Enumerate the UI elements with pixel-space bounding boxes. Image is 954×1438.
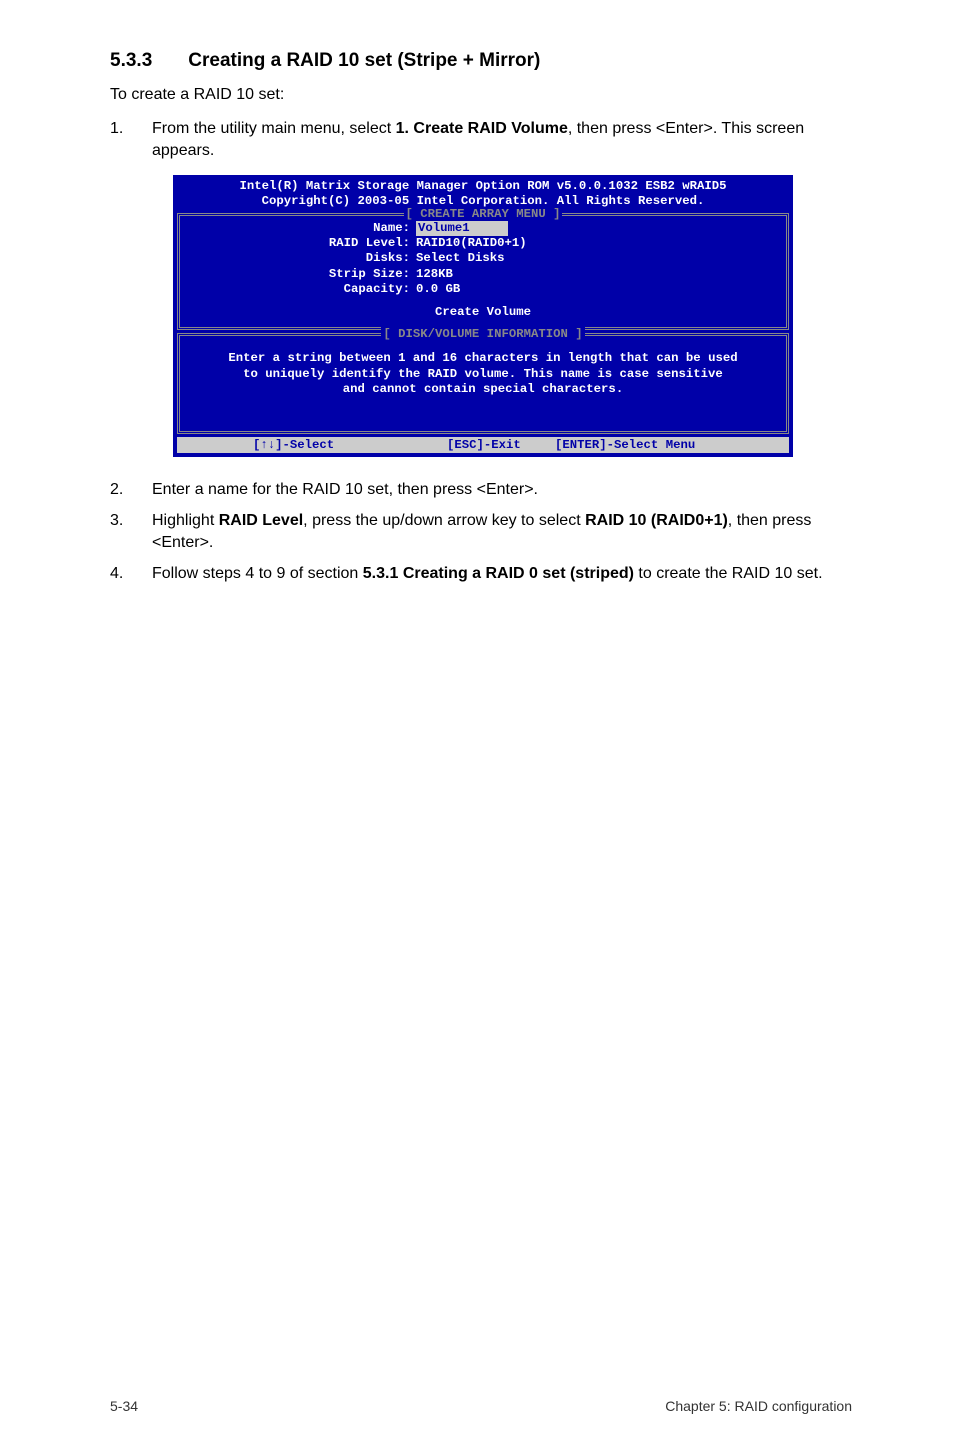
label-disks: Disks: <box>186 251 416 266</box>
section-number: 5.3.3 <box>110 50 152 72</box>
step-4: 4. Follow steps 4 to 9 of section 5.3.1 … <box>110 563 856 585</box>
bios-status-bar: [↑↓]-Select [ESC]-Exit [ENTER]-Select Me… <box>177 437 789 453</box>
step-1: 1. From the utility main menu, select 1.… <box>110 118 856 163</box>
step-list-continued: 2. Enter a name for the RAID 10 set, the… <box>110 479 856 585</box>
step-body: From the utility main menu, select 1. Cr… <box>152 118 856 163</box>
bios-box: Intel(R) Matrix Storage Manager Option R… <box>173 175 793 458</box>
step-number: 1. <box>110 118 152 163</box>
row-capacity: Capacity: 0.0 GB <box>186 282 780 297</box>
row-raid-level: RAID Level: RAID10(RAID0+1) <box>186 236 780 251</box>
step-3: 3. Highlight RAID Level, press the up/do… <box>110 510 856 555</box>
label-capacity: Capacity: <box>186 282 416 297</box>
status-exit: [ESC]-Exit <box>447 438 555 452</box>
create-volume-action: Create Volume <box>186 305 780 319</box>
intro-text: To create a RAID 10 set: <box>110 86 856 104</box>
label-strip-size: Strip Size: <box>186 267 416 282</box>
value-name: Volume1 <box>416 221 780 236</box>
name-input: Volume1 <box>416 221 508 236</box>
step-body: Follow steps 4 to 9 of section 5.3.1 Cre… <box>152 563 856 585</box>
page-footer: 5-34 Chapter 5: RAID configuration <box>110 1398 852 1414</box>
info-line-2: to uniquely identify the RAID volume. Th… <box>186 367 780 382</box>
step-number: 4. <box>110 563 152 585</box>
info-line-3: and cannot contain special characters. <box>186 382 780 397</box>
value-disks: Select Disks <box>416 251 780 266</box>
create-array-frame: [ CREATE ARRAY MENU ] Name: Volume1 RAID… <box>177 213 789 331</box>
step-body: Enter a name for the RAID 10 set, then p… <box>152 479 856 501</box>
value-capacity: 0.0 GB <box>416 282 780 297</box>
value-raid-level: RAID10(RAID0+1) <box>416 236 780 251</box>
row-name: Name: Volume1 <box>186 221 780 236</box>
disk-volume-info-frame: [ DISK/VOLUME INFORMATION ] Enter a stri… <box>177 333 789 434</box>
step-number: 2. <box>110 479 152 501</box>
status-select: [↑↓]-Select <box>183 438 447 452</box>
bios-screenshot: Intel(R) Matrix Storage Manager Option R… <box>110 175 856 458</box>
label-name: Name: <box>186 221 416 236</box>
bios-header-line-1: Intel(R) Matrix Storage Manager Option R… <box>179 179 787 194</box>
step-2: 2. Enter a name for the RAID 10 set, the… <box>110 479 856 501</box>
row-disks: Disks: Select Disks <box>186 251 780 266</box>
info-line-1: Enter a string between 1 and 16 characte… <box>186 351 780 366</box>
chapter-label: Chapter 5: RAID configuration <box>665 1398 852 1414</box>
label-raid-level: RAID Level: <box>186 236 416 251</box>
value-strip-size: 128KB <box>416 267 780 282</box>
step-list: 1. From the utility main menu, select 1.… <box>110 118 856 163</box>
row-strip-size: Strip Size: 128KB <box>186 267 780 282</box>
frame-title-2: [ DISK/VOLUME INFORMATION ] <box>180 327 786 341</box>
status-enter: [ENTER]-Select Menu <box>555 438 783 452</box>
frame-title: [ CREATE ARRAY MENU ] <box>180 207 786 221</box>
page-number: 5-34 <box>110 1398 138 1414</box>
step-number: 3. <box>110 510 152 555</box>
step-body: Highlight RAID Level, press the up/down … <box>152 510 856 555</box>
section-title: Creating a RAID 10 set (Stripe + Mirror) <box>188 50 540 71</box>
section-heading: 5.3.3 Creating a RAID 10 set (Stripe + Mi… <box>110 50 856 72</box>
